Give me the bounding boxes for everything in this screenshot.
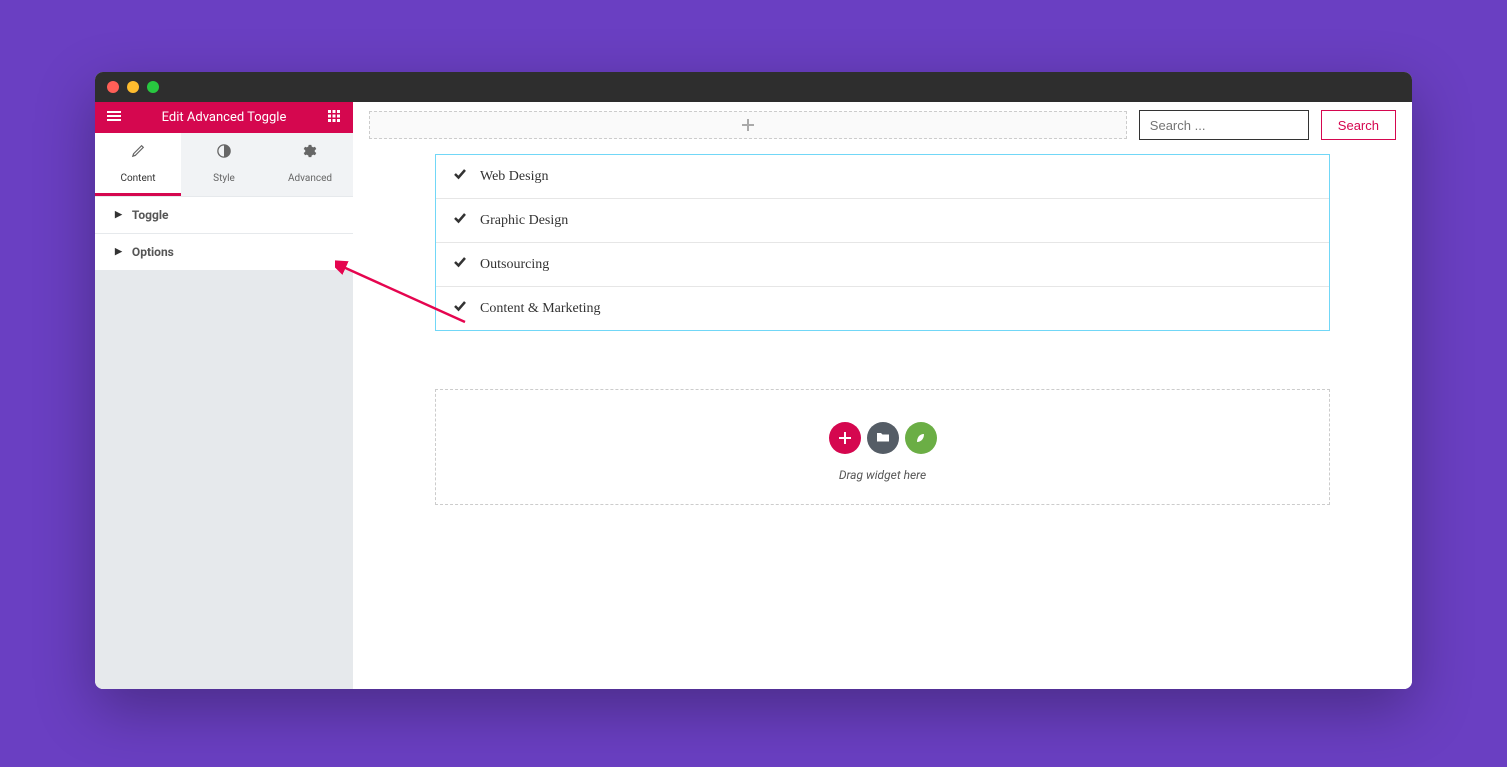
sidebar-title: Edit Advanced Toggle	[162, 110, 287, 125]
add-widget-button[interactable]	[829, 422, 861, 454]
top-row: Search	[369, 110, 1396, 140]
caret-right-icon: ▶	[115, 247, 122, 257]
check-icon	[454, 212, 466, 229]
panel-toggle[interactable]: ▶ Toggle	[95, 197, 353, 234]
check-icon	[454, 256, 466, 273]
traffic-lights	[107, 81, 159, 93]
hamburger-icon[interactable]	[107, 108, 121, 127]
toggle-item[interactable]: Content & Marketing	[436, 287, 1329, 330]
add-global-button[interactable]	[905, 422, 937, 454]
gear-icon	[267, 143, 353, 162]
toggle-item[interactable]: Outsourcing	[436, 243, 1329, 287]
minimize-window-button[interactable]	[127, 81, 139, 93]
tab-style[interactable]: Style	[181, 133, 267, 196]
toggle-widget[interactable]: Web Design Graphic Design Outsourcing	[435, 154, 1330, 331]
pencil-icon	[95, 143, 181, 162]
check-icon	[454, 168, 466, 185]
widgets-grid-icon[interactable]	[327, 108, 341, 127]
sidebar-header: Edit Advanced Toggle	[95, 102, 353, 133]
panel-toggle-label: Toggle	[132, 208, 169, 222]
folder-icon	[876, 429, 890, 448]
contrast-icon	[181, 143, 267, 162]
drop-caption: Drag widget here	[436, 468, 1329, 482]
toggle-item-label: Web Design	[480, 169, 548, 185]
tab-content-label: Content	[120, 173, 155, 184]
app-window: Edit Advanced Toggle Content Styl	[95, 72, 1412, 689]
panel-options-label: Options	[132, 245, 174, 259]
check-icon	[454, 300, 466, 317]
tab-advanced[interactable]: Advanced	[267, 133, 353, 196]
drop-buttons	[436, 422, 1329, 454]
plus-icon	[839, 429, 851, 448]
sidebar-panels: ▶ Toggle ▶ Options	[95, 197, 353, 689]
widget-drop-zone[interactable]: Drag widget here	[435, 389, 1330, 505]
toggle-item[interactable]: Graphic Design	[436, 199, 1329, 243]
plus-icon	[742, 116, 754, 135]
leaf-icon	[915, 429, 927, 448]
caret-right-icon: ▶	[115, 210, 122, 220]
sidebar: Edit Advanced Toggle Content Styl	[95, 102, 353, 689]
panel-options[interactable]: ▶ Options	[95, 234, 353, 271]
add-template-button[interactable]	[867, 422, 899, 454]
main-canvas: Search Web Design Graphic Design	[353, 102, 1412, 689]
search-button[interactable]: Search	[1321, 110, 1396, 140]
toggle-item-label: Outsourcing	[480, 257, 549, 273]
add-section-bar[interactable]	[369, 111, 1127, 139]
titlebar	[95, 72, 1412, 102]
tab-advanced-label: Advanced	[288, 173, 332, 184]
toggle-item-label: Graphic Design	[480, 213, 568, 229]
search-input[interactable]	[1139, 110, 1309, 140]
close-window-button[interactable]	[107, 81, 119, 93]
toggle-item[interactable]: Web Design	[436, 155, 1329, 199]
tab-style-label: Style	[213, 173, 235, 184]
tab-content[interactable]: Content	[95, 133, 181, 196]
window-body: Edit Advanced Toggle Content Styl	[95, 102, 1412, 689]
toggle-item-label: Content & Marketing	[480, 301, 601, 317]
maximize-window-button[interactable]	[147, 81, 159, 93]
sidebar-tabs: Content Style Advanced	[95, 133, 353, 197]
